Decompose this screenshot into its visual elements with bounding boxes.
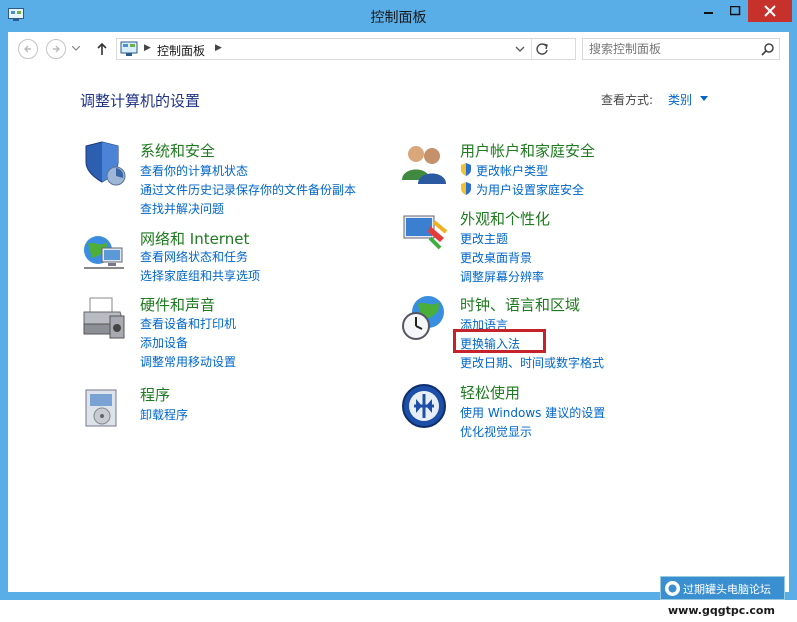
refresh-icon bbox=[536, 43, 548, 55]
ease-of-access-icon[interactable] bbox=[400, 382, 448, 430]
control-panel-window: 控制面板 ▶ 控制面板 ▶ 搜索控制面板 调整计算机的设置 查看方式: 类别 系… bbox=[0, 0, 797, 617]
window-title: 控制面板 bbox=[370, 10, 427, 26]
breadcrumb-separator-icon[interactable]: ▶ bbox=[144, 43, 151, 53]
uac-shield-icon bbox=[461, 163, 471, 176]
link-troubleshoot[interactable]: 查找并解决问题 bbox=[140, 200, 224, 217]
personalization-icon[interactable] bbox=[400, 208, 448, 256]
title-bar[interactable]: 控制面板 bbox=[0, 0, 797, 32]
link-network-status[interactable]: 查看网络状态和任务 bbox=[140, 248, 248, 265]
search-icon[interactable] bbox=[761, 42, 775, 56]
close-button[interactable] bbox=[748, 0, 792, 22]
breadcrumb-control-panel[interactable]: 控制面板 bbox=[157, 42, 205, 59]
category-title[interactable]: 外观和个性化 bbox=[460, 208, 550, 229]
search-box[interactable] bbox=[582, 38, 780, 60]
caret-down-icon[interactable] bbox=[700, 96, 708, 101]
minimize-button[interactable] bbox=[696, 0, 722, 22]
printer-icon[interactable] bbox=[80, 294, 128, 342]
link-label: 为用户设置家庭安全 bbox=[476, 183, 585, 197]
view-by-dropdown[interactable]: 类别 bbox=[668, 91, 692, 108]
client-area: ▶ 控制面板 ▶ 调整计算机的设置 查看方式: 类别 bbox=[8, 32, 789, 617]
users-icon[interactable] bbox=[400, 140, 448, 188]
link-label: 更改帐户类型 bbox=[476, 164, 549, 178]
link-devices-printers[interactable]: 查看设备和打印机 bbox=[140, 315, 236, 332]
link-homegroup-sharing[interactable]: 选择家庭组和共享选项 bbox=[140, 267, 260, 284]
maximize-icon bbox=[729, 6, 740, 16]
forum-logo-icon bbox=[665, 581, 680, 596]
arrow-up-icon bbox=[97, 42, 107, 55]
link-windows-recommended-settings[interactable]: 使用 Windows 建议的设置 bbox=[460, 404, 605, 421]
page-title: 调整计算机的设置 bbox=[80, 92, 201, 110]
link-mobility-settings[interactable]: 调整常用移动设置 bbox=[140, 353, 236, 370]
back-button[interactable] bbox=[18, 39, 38, 59]
refresh-button[interactable] bbox=[531, 39, 551, 59]
address-bar[interactable]: ▶ 控制面板 ▶ bbox=[116, 38, 576, 60]
close-icon bbox=[764, 5, 776, 17]
category-title[interactable]: 用户帐户和家庭安全 bbox=[460, 140, 595, 161]
category-title[interactable]: 时钟、语言和区域 bbox=[460, 294, 580, 315]
control-panel-small-icon bbox=[120, 41, 138, 56]
category-title[interactable]: 程序 bbox=[140, 384, 170, 405]
link-uninstall-program[interactable]: 卸载程序 bbox=[140, 406, 188, 423]
link-add-device[interactable]: 添加设备 bbox=[140, 334, 188, 351]
link-date-time-format[interactable]: 更改日期、时间或数字格式 bbox=[460, 354, 604, 371]
watermark-url: www.gqgtpc.com bbox=[668, 604, 775, 617]
link-change-account-type[interactable]: 更改帐户类型 bbox=[460, 162, 548, 179]
chevron-down-icon bbox=[515, 46, 525, 52]
search-input[interactable] bbox=[589, 41, 759, 57]
link-desktop-background[interactable]: 更改桌面背景 bbox=[460, 249, 532, 266]
network-globe-icon[interactable] bbox=[80, 228, 128, 276]
forward-button[interactable] bbox=[46, 39, 66, 59]
category-title[interactable]: 网络和 Internet bbox=[140, 228, 249, 249]
highlight-annotation bbox=[453, 329, 546, 353]
arrow-right-icon bbox=[53, 45, 60, 53]
site-watermark: 过期罐头电脑论坛 www.gqgtpc.com bbox=[660, 576, 785, 622]
link-file-history-backup[interactable]: 通过文件历史记录保存你的文件备份副本 bbox=[140, 181, 356, 198]
watermark-banner: 过期罐头电脑论坛 bbox=[660, 576, 785, 600]
navigation-bar: ▶ 控制面板 ▶ bbox=[8, 32, 789, 68]
link-optimize-visual-display[interactable]: 优化视觉显示 bbox=[460, 423, 532, 440]
link-family-safety[interactable]: 为用户设置家庭安全 bbox=[460, 181, 584, 198]
arrow-left-icon bbox=[24, 45, 31, 53]
up-button[interactable] bbox=[94, 40, 110, 58]
uac-shield-icon bbox=[461, 182, 471, 195]
link-screen-resolution[interactable]: 调整屏幕分辨率 bbox=[460, 268, 544, 285]
address-dropdown-button[interactable] bbox=[511, 39, 529, 59]
view-by-label: 查看方式: bbox=[601, 93, 654, 107]
shield-icon[interactable] bbox=[80, 140, 128, 188]
breadcrumb-separator-icon[interactable]: ▶ bbox=[215, 43, 222, 53]
maximize-button[interactable] bbox=[722, 0, 748, 22]
category-title[interactable]: 系统和安全 bbox=[140, 140, 215, 161]
watermark-text: 过期罐头电脑论坛 bbox=[683, 583, 771, 596]
clock-globe-icon[interactable] bbox=[400, 294, 448, 342]
category-title[interactable]: 轻松使用 bbox=[460, 382, 520, 403]
programs-icon[interactable] bbox=[80, 384, 128, 432]
recent-locations-chevron-icon[interactable] bbox=[72, 46, 80, 52]
link-view-computer-status[interactable]: 查看你的计算机状态 bbox=[140, 162, 248, 179]
minimize-icon bbox=[704, 12, 713, 14]
link-change-theme[interactable]: 更改主题 bbox=[460, 230, 508, 247]
category-title[interactable]: 硬件和声音 bbox=[140, 294, 215, 315]
